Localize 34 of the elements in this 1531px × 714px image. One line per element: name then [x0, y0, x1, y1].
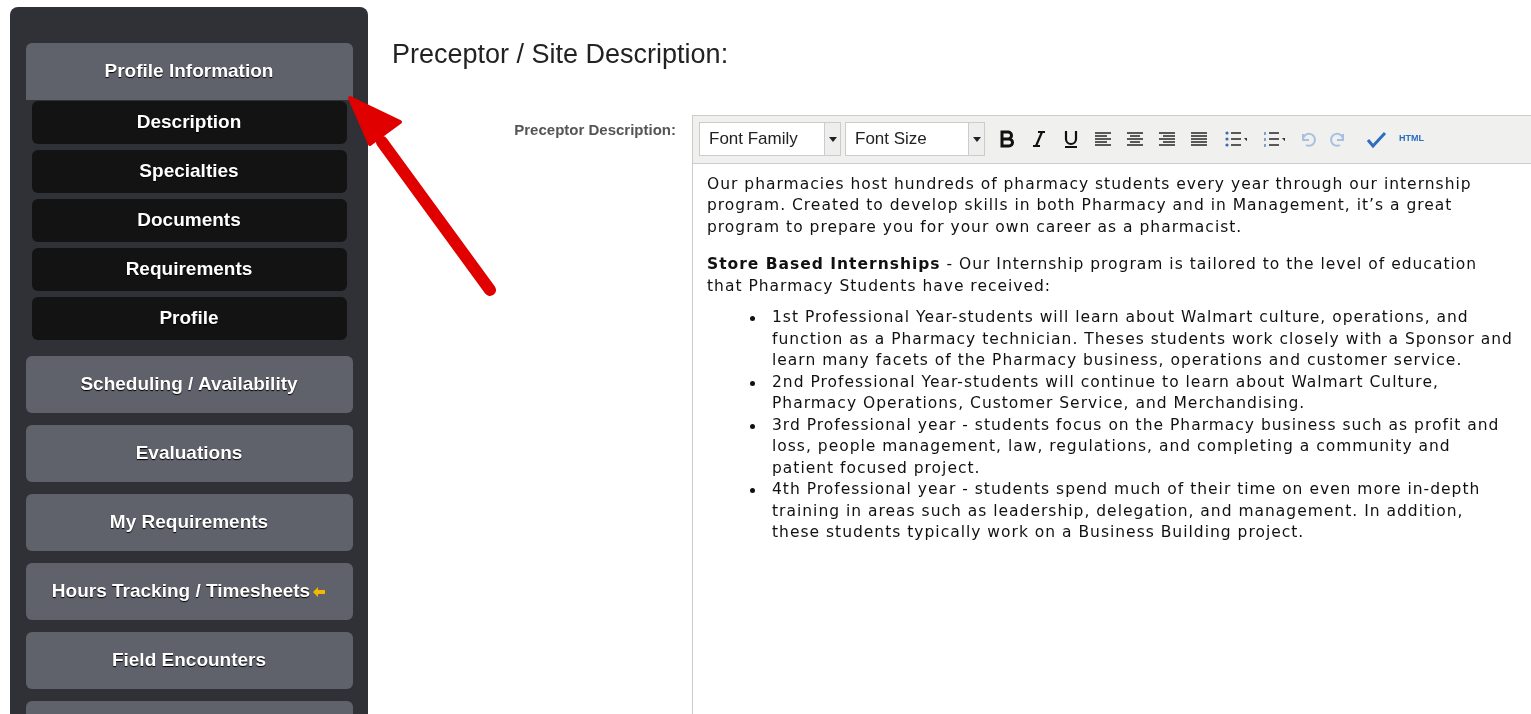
submenu-item[interactable]: Specialties [31, 150, 347, 193]
rich-text-editor[interactable] [692, 114, 1531, 714]
bullet-icon [750, 488, 755, 493]
dropdown-icon [824, 123, 840, 155]
submenu-item[interactable]: Profile [31, 297, 347, 340]
menu-button[interactable]: Evaluations [25, 425, 353, 482]
field-label: Preceptor Description: [514, 119, 676, 140]
menu-button[interactable]: My Requirements [25, 494, 353, 551]
paragraph: Our pharmacies host hundreds of pharmacy students every year through our internship program. Created to develop skills in both Pharmacy and in Management, it’s a great program to prepare you for your own career as a pharmacist. [707, 173, 1473, 238]
bullet-icon [750, 316, 755, 321]
align-left-icon[interactable] [1093, 129, 1113, 149]
align-center-icon[interactable] [1125, 129, 1145, 149]
list-item: 4th Professional year - students spend much of their time on even more in-depth training in areas such as leadership, delegation, and management. In addition, these students typically work on a Business Building project. [772, 479, 1482, 543]
submenu-item[interactable]: Requirements [31, 248, 347, 291]
font-size-select[interactable]: Font Size [845, 122, 985, 156]
html-button[interactable]: HTML [1399, 132, 1424, 146]
dropdown-icon [968, 123, 984, 155]
arrow-icon [312, 585, 327, 598]
list-item: 3rd Professional year - students focus on the Pharmacy business such as profit and loss, people management, law, regulations, and completing a community and patient focused project. [772, 414, 1501, 479]
menu-button[interactable]: Profile Information [25, 43, 353, 100]
font-family-select[interactable]: Font Family [699, 122, 841, 156]
menu-button[interactable]: Scheduling / Availability [25, 356, 353, 413]
paragraph: Store Based Internships - Our Internship program is tailored to the level of education that Pharmacy Students have received: [707, 254, 1479, 297]
page-title: Preceptor / Site Description: [392, 38, 730, 71]
submenu-item[interactable]: Description [31, 101, 347, 144]
align-right-icon[interactable] [1157, 129, 1177, 149]
justify-icon[interactable] [1189, 129, 1209, 149]
menu-button[interactable]: Hours Tracking / Timesheets [25, 563, 353, 620]
list-item: 2nd Professional Year-students will continue to learn about Walmart Culture, Pharmacy Operations, Customer Service, and Merchandising. [772, 371, 1440, 414]
list-item: 1st Professional Year-students will learn about Walmart culture, operations, and function as a Pharmacy technician. Theses students work closely with a Sponsor and learn many facets of the Pharmacy business, operations and customer service. [772, 307, 1513, 371]
bullet-icon [750, 423, 755, 429]
submenu-item[interactable]: Documents [31, 199, 347, 242]
bullet-icon [750, 380, 755, 386]
menu-button[interactable]: Field Encounters [25, 632, 353, 689]
